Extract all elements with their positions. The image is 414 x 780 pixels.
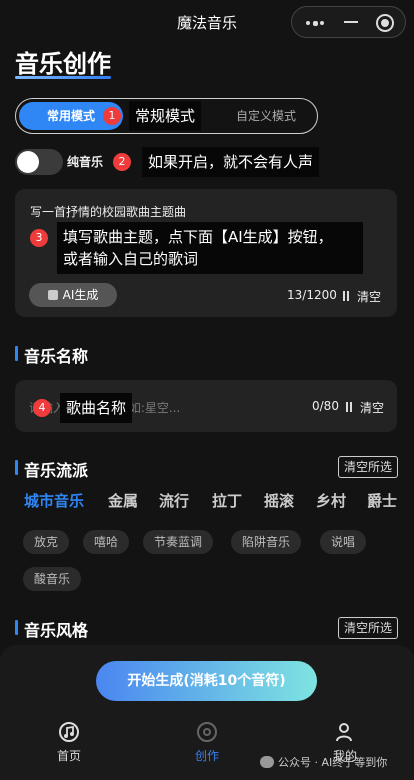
ai-generate-button[interactable]: AI生成: [29, 283, 117, 307]
genre-title: 音乐流派: [15, 457, 88, 481]
more-icon[interactable]: [306, 20, 324, 26]
name-clear-button[interactable]: 清空: [360, 399, 384, 416]
music-note-icon: [59, 722, 79, 742]
nav-home[interactable]: 首页: [39, 721, 99, 764]
divider: [347, 291, 349, 301]
genre-chip[interactable]: 酸音乐: [23, 567, 82, 591]
genre-chip[interactable]: 放克: [23, 530, 70, 554]
toggle-knob: [17, 151, 39, 173]
genre-tab[interactable]: 金属: [108, 490, 138, 511]
annotation-badge-4: 4: [33, 399, 51, 417]
nav-create[interactable]: 创作: [177, 721, 237, 764]
genre-clear-selected-button[interactable]: 清空所选: [338, 456, 398, 478]
divider: [350, 402, 352, 412]
pure-music-toggle[interactable]: [15, 149, 63, 175]
genre-chip[interactable]: 嘻哈: [83, 530, 130, 554]
custom-mode-tab[interactable]: 自定义模式: [216, 102, 316, 130]
lyric-clear-button[interactable]: 清空: [357, 288, 381, 305]
nav-home-label: 首页: [56, 749, 81, 763]
genre-tab[interactable]: 乡村: [316, 490, 346, 511]
genre-chip[interactable]: 陷阱音乐: [231, 530, 302, 554]
annotation-badge-3: 3: [30, 229, 48, 247]
page-title: 音乐创作: [15, 50, 111, 78]
style-clear-selected-button[interactable]: 清空所选: [338, 617, 398, 639]
genre-chip[interactable]: 说唱: [320, 530, 367, 554]
start-generate-button[interactable]: 开始生成(消耗10个音符): [96, 661, 317, 701]
style-title: 音乐风格: [15, 617, 88, 641]
wechat-icon: [260, 756, 274, 768]
pure-music-label: 纯音乐: [67, 155, 104, 169]
mini-program-capsule: [291, 6, 406, 38]
watermark-text: 公众号 · AI终于等到你: [278, 756, 388, 769]
lyric-char-counter: 13/1200: [287, 288, 337, 302]
music-name-title: 音乐名称: [15, 343, 88, 367]
annotation-tip-3: 填写歌曲主题，点下面【AI生成】按钮， 或者输入自己的歌词: [57, 222, 363, 274]
name-char-counter: 0/80: [312, 399, 339, 413]
watermark: 公众号 · AI终于等到你: [260, 754, 387, 770]
close-target-icon[interactable]: [376, 14, 394, 32]
annotation-tip-1: 常规模式: [129, 101, 202, 131]
ai-generate-label: AI生成: [62, 288, 99, 302]
cube-icon: [47, 290, 58, 300]
title-underline: [15, 76, 111, 79]
annotation-badge-1: 1: [103, 107, 121, 125]
divider: [343, 291, 345, 301]
top-bar: 魔法音乐: [0, 0, 414, 44]
genre-tab[interactable]: 拉丁: [212, 490, 242, 511]
genre-tab[interactable]: 摇滚: [264, 490, 294, 511]
annotation-tip-4: 歌曲名称: [60, 393, 133, 423]
divider: [346, 402, 348, 412]
minimize-icon[interactable]: [344, 21, 358, 23]
user-icon: [336, 723, 352, 742]
annotation-badge-2: 2: [113, 153, 131, 171]
genre-tab[interactable]: 城市音乐: [24, 490, 84, 511]
genre-tab[interactable]: 爵士: [367, 490, 397, 511]
disc-icon: [197, 722, 217, 742]
nav-create-label: 创作: [194, 749, 219, 763]
genre-tab[interactable]: 流行: [159, 490, 189, 511]
genre-chip[interactable]: 节奏蓝调: [143, 530, 214, 554]
lyric-text[interactable]: 写一首抒情的校园歌曲主题曲: [30, 203, 186, 220]
annotation-tip-2: 如果开启，就不会有人声: [142, 147, 320, 177]
